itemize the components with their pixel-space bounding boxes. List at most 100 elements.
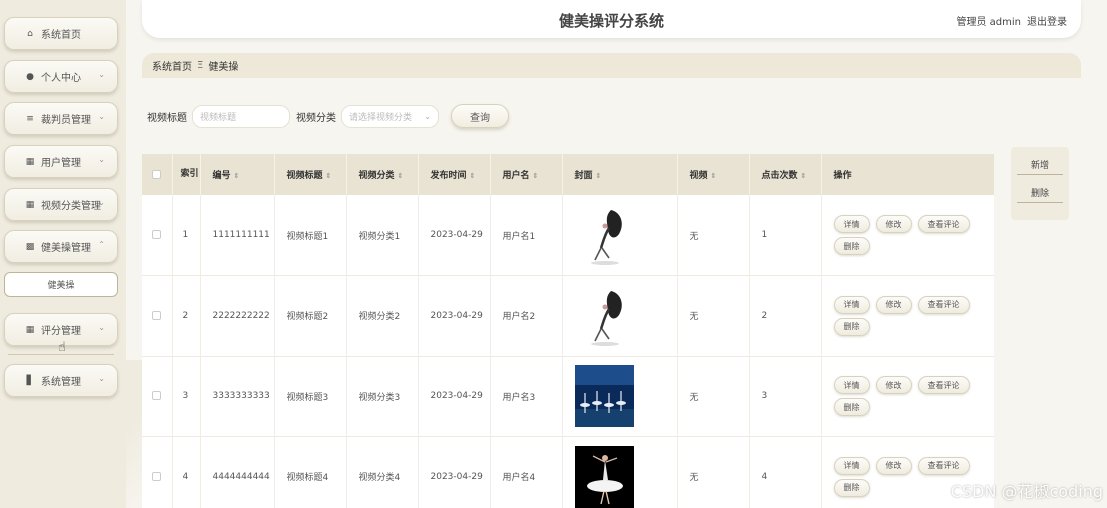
user-icon: ● <box>26 71 34 82</box>
cell-username: 用户名4 <box>490 436 563 508</box>
sidebar-item-label: 评分管理 <box>41 326 81 337</box>
sidebar-item-label: 健美操管理 <box>41 243 91 254</box>
cell-category: 视频分类2 <box>346 275 419 356</box>
add-button[interactable]: 新增 <box>1017 155 1063 175</box>
cell-date: 2023-04-29 <box>418 356 491 437</box>
chevron-down-icon: ⌄ <box>98 198 105 207</box>
title-search-input[interactable]: 视频标题 <box>192 104 290 128</box>
grid-icon: ▦ <box>25 199 35 210</box>
column-header-index: 索引 <box>172 154 201 195</box>
column-header-username[interactable]: 用户名 ⇕ <box>490 154 563 195</box>
search-bar: 视频标题 视频标题 视频分类 请选择视频分类 ⌄ 查询 <box>147 104 509 128</box>
delete-button[interactable]: 删除 <box>833 237 870 255</box>
sidebar-item-system[interactable]: ▋ 系统管理 ⌄ <box>4 364 118 397</box>
chevron-down-icon: ⌄ <box>424 111 431 121</box>
breadcrumb-home[interactable]: 系统首页 <box>152 58 192 73</box>
sidebar-item-video-category[interactable]: ▦ 视频分类管理 ⌄ <box>4 188 118 221</box>
sidebar: ⌂ 系统首页 ● 个人中心 ⌄ ≡ 裁判员管理 ⌄ ▦ 用户管理 ⌄ ▦ 视频分… <box>0 0 126 508</box>
column-header-ops: 操作 <box>821 154 994 195</box>
detail-button[interactable]: 详情 <box>833 456 870 475</box>
sort-icon[interactable]: ⇕ <box>801 172 807 180</box>
cell-category: 视频分类3 <box>346 356 419 437</box>
column-header-code[interactable]: 编号 ⇕ <box>200 154 275 195</box>
column-header-video[interactable]: 视频 ⇕ <box>677 154 750 195</box>
cell-ops: 详情 修改 查看评论删除 <box>821 275 994 356</box>
cell-title: 视频标题3 <box>274 356 347 437</box>
select-all-header <box>142 154 173 195</box>
sidebar-item-aerobics[interactable]: ▩ 健美操管理 ⌃ <box>4 230 118 263</box>
view-comments-button[interactable]: 查看评论 <box>917 215 970 233</box>
column-header-title[interactable]: 视频标题 ⇕ <box>274 154 347 195</box>
watermark: CSDN @花椒coding <box>950 482 1103 501</box>
category-filter-label: 视频分类 <box>296 112 336 124</box>
column-header-date[interactable]: 发布时间 ⇕ <box>418 154 491 195</box>
cell-clicks: 3 <box>749 356 822 437</box>
row-select-cell <box>142 275 173 356</box>
cell-video: 无 <box>677 436 750 508</box>
view-comments-button[interactable]: 查看评论 <box>917 456 970 475</box>
cell-title: 视频标题2 <box>274 275 347 356</box>
sidebar-item-label: 用户管理 <box>41 158 81 169</box>
sidebar-item-home[interactable]: ⌂ 系统首页 <box>4 17 118 50</box>
cover-image[interactable] <box>574 445 634 508</box>
cell-title: 视频标题4 <box>274 436 347 508</box>
sidebar-item-profile[interactable]: ● 个人中心 ⌄ <box>4 60 118 93</box>
view-comments-button[interactable]: 查看评论 <box>917 376 970 395</box>
select-all-checkbox[interactable] <box>152 169 161 179</box>
detail-button[interactable]: 详情 <box>833 376 870 395</box>
category-select-placeholder: 请选择视频分类 <box>349 112 413 123</box>
row-checkbox[interactable] <box>152 310 161 320</box>
cover-image[interactable] <box>574 284 634 347</box>
sort-icon[interactable]: ⇕ <box>470 172 476 180</box>
sort-icon[interactable]: ⇕ <box>711 172 717 180</box>
cell-index: 4 <box>172 436 201 508</box>
column-header-date-label: 发布时间 <box>430 171 467 181</box>
view-comments-button[interactable]: 查看评论 <box>917 295 970 314</box>
sidebar-subitem-aerobics[interactable]: 健美操 <box>4 272 118 297</box>
delete-button[interactable]: 删除 <box>833 478 870 497</box>
sidebar-item-users[interactable]: ▦ 用户管理 ⌄ <box>4 145 118 178</box>
delete-button[interactable]: 删除 <box>833 317 870 336</box>
chevron-up-icon: ⌃ <box>98 240 105 249</box>
cell-video: 无 <box>677 356 750 437</box>
sort-icon[interactable]: ⇕ <box>234 172 240 180</box>
chevron-down-icon: ⌄ <box>98 70 105 79</box>
category-select[interactable]: 请选择视频分类 ⌄ <box>341 104 439 128</box>
cell-category: 视频分类4 <box>346 436 419 508</box>
sort-icon[interactable]: ⇕ <box>596 172 602 180</box>
column-header-category[interactable]: 视频分类 ⇕ <box>346 154 419 195</box>
column-header-clicks-label: 点击次数 <box>761 171 798 181</box>
sidebar-item-label: 裁判员管理 <box>41 115 91 126</box>
logout-link[interactable]: 退出登录 <box>1027 17 1067 28</box>
batch-delete-button[interactable]: 删除 <box>1017 183 1063 203</box>
row-checkbox[interactable] <box>152 471 161 481</box>
cell-ops: 详情 修改 查看评论删除 <box>821 356 994 437</box>
detail-button[interactable]: 详情 <box>833 295 870 314</box>
delete-button[interactable]: 删除 <box>833 398 870 417</box>
column-header-cover-label: 封面 <box>574 171 593 181</box>
cell-date: 2023-04-29 <box>418 195 491 276</box>
edit-button[interactable]: 修改 <box>875 456 912 475</box>
edit-button[interactable]: 修改 <box>875 215 912 233</box>
detail-button[interactable]: 详情 <box>833 215 870 233</box>
cell-clicks: 4 <box>749 436 822 508</box>
row-checkbox[interactable] <box>152 391 161 401</box>
cell-ops: 详情 修改 查看评论删除 <box>821 195 994 276</box>
query-button[interactable]: 查询 <box>451 104 509 128</box>
column-header-clicks[interactable]: 点击次数 ⇕ <box>749 154 822 195</box>
edit-button[interactable]: 修改 <box>875 295 912 314</box>
cell-video: 无 <box>677 275 750 356</box>
edit-button[interactable]: 修改 <box>875 376 912 395</box>
cell-username: 用户名3 <box>490 356 563 437</box>
sort-icon[interactable]: ⇕ <box>533 172 539 180</box>
sort-icon[interactable]: ⇕ <box>398 172 404 180</box>
sort-icon[interactable]: ⇕ <box>326 172 332 180</box>
cover-image[interactable] <box>574 365 634 428</box>
row-checkbox[interactable] <box>152 230 161 239</box>
column-header-cover[interactable]: 封面 ⇕ <box>562 154 678 195</box>
column-header-code-label: 编号 <box>212 171 231 181</box>
sidebar-item-judges[interactable]: ≡ 裁判员管理 ⌄ <box>4 102 118 135</box>
table-header-row: 索引 编号 ⇕ 视频标题 ⇕ 视频分类 ⇕ 发布时间 ⇕ 用户名 ⇕ 封面 ⇕ 视频 ⇕ 点击… <box>142 154 994 195</box>
cover-image[interactable] <box>574 204 634 266</box>
breadcrumb: 系统首页 Ξ 健美操 <box>142 53 1081 78</box>
